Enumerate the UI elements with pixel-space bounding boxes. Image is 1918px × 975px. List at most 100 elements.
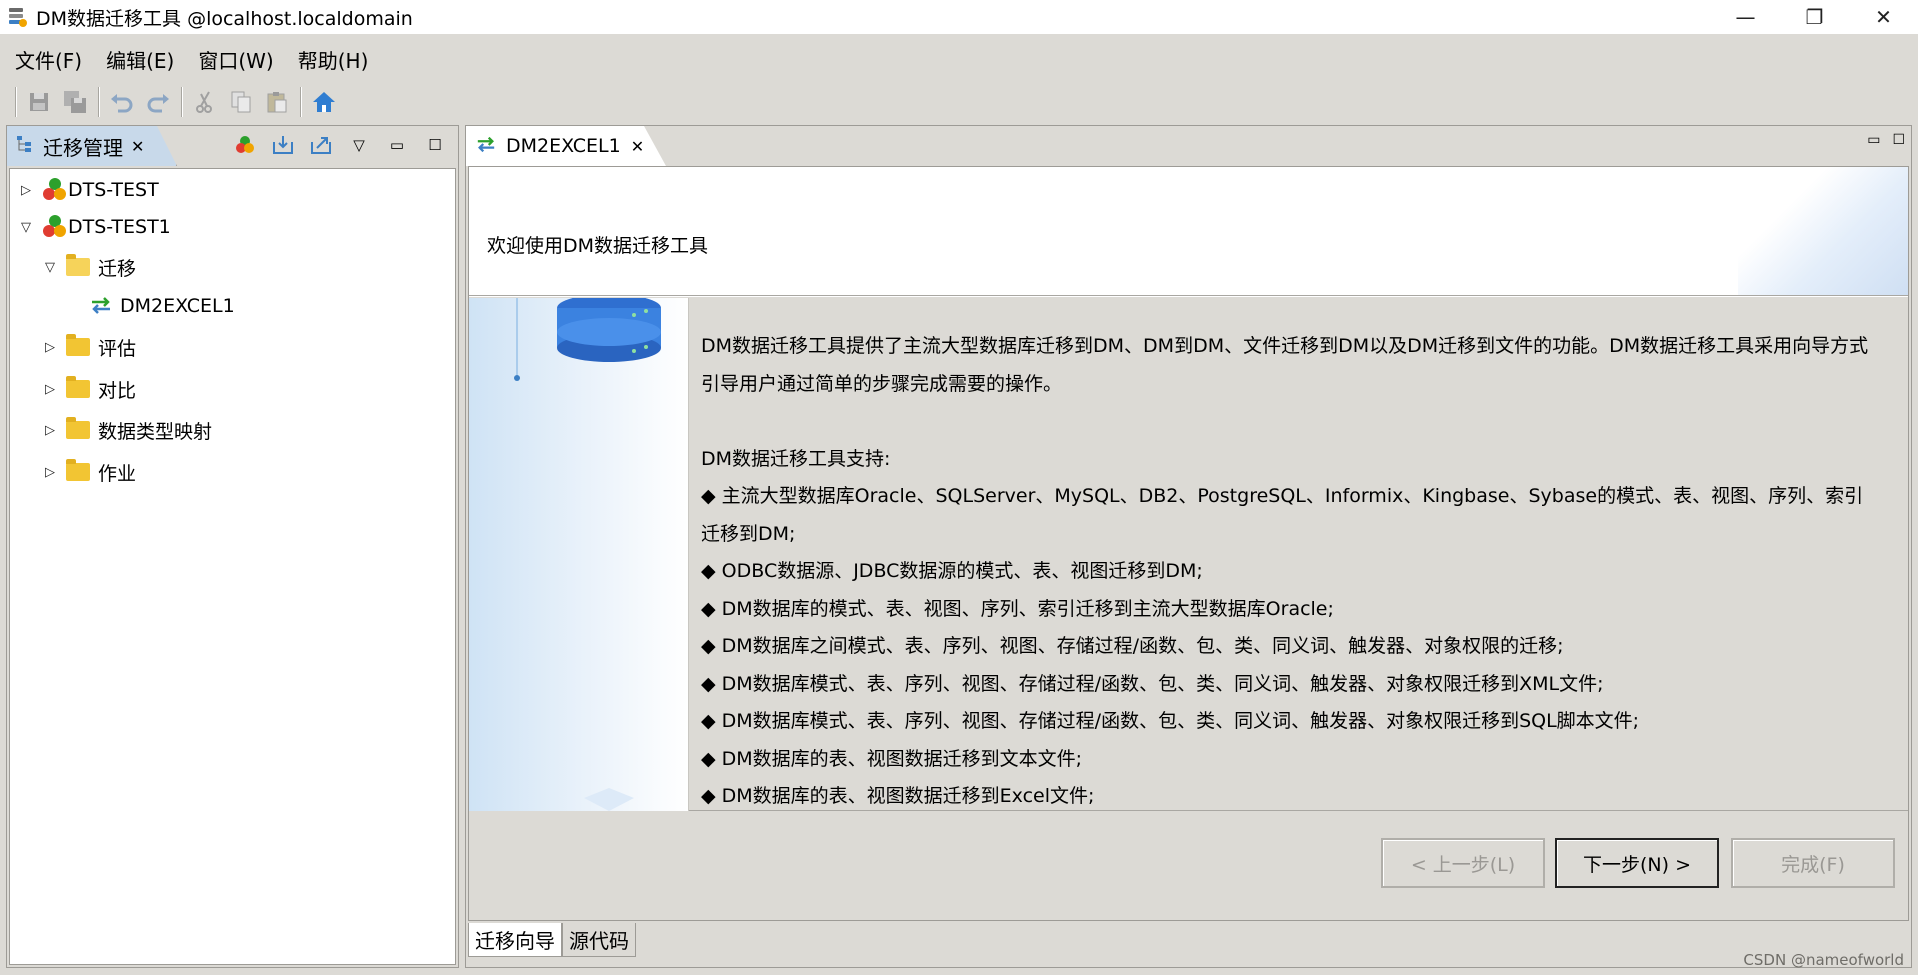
minimize-button[interactable]: — xyxy=(1711,0,1780,34)
tree-node-label: DTS-TEST xyxy=(68,179,159,201)
toolbar-separator xyxy=(181,87,182,117)
watermark: CSDN @nameofworld xyxy=(1743,951,1904,969)
maximize-view-icon[interactable]: ☐ xyxy=(1892,132,1905,148)
project-icon xyxy=(42,215,68,239)
menu-edit[interactable]: 编辑(E) xyxy=(97,45,183,74)
tree-node-datatype-mapping-folder[interactable]: ▷ 数据类型映射 xyxy=(40,413,212,447)
tree-node-label: 数据类型映射 xyxy=(98,420,213,443)
migration-management-panel: 迁移管理 ✕ ▽ ▭ ☐ ▷ DTS-TEST ▽ DTS-TEST1 ▽ 迁移… xyxy=(6,125,459,968)
close-icon[interactable]: ✕ xyxy=(631,137,644,156)
wizard-content: 欢迎使用DM数据迁移工具 DM数据迁移工具提供了主流大型数据库迁移到DM、DM到… xyxy=(468,166,1909,921)
tree-node-jobs-folder[interactable]: ▷ 作业 xyxy=(40,455,136,489)
expand-arrow-icon[interactable]: ▷ xyxy=(40,423,60,438)
expand-arrow-icon[interactable]: ▷ xyxy=(40,465,60,480)
close-button[interactable]: ✕ xyxy=(1849,0,1918,34)
import-icon[interactable] xyxy=(268,130,298,160)
minimize-view-icon[interactable]: ▭ xyxy=(382,130,412,160)
back-button[interactable]: < 上一步(L) xyxy=(1381,838,1545,888)
copy-icon[interactable] xyxy=(223,85,259,119)
editor-tab-bar: DM2EXCEL1 ✕ ▭ ☐ xyxy=(466,126,1911,166)
database-stack-icon xyxy=(6,6,28,28)
support-line: ◆ DM数据库模式、表、序列、视图、存储过程/函数、包、类、同义词、触发器、对象… xyxy=(701,710,1640,732)
redo-icon[interactable] xyxy=(140,85,176,119)
tree-node-compare-folder[interactable]: ▷ 对比 xyxy=(40,372,136,406)
migration-arrows-icon xyxy=(474,134,498,159)
tab-label: DM2EXCEL1 xyxy=(506,135,621,157)
tab-label: 迁移管理 xyxy=(43,135,123,160)
folder-icon xyxy=(66,376,92,401)
editor-panel: DM2EXCEL1 ✕ ▭ ☐ 欢迎使用DM数据迁移工具 DM数据迁移工具提供了… xyxy=(465,125,1912,968)
tree-node-assessment-folder[interactable]: ▷ 评估 xyxy=(40,330,136,364)
expand-arrow-icon[interactable]: ▷ xyxy=(40,340,60,355)
support-line: ◆ DM数据库之间模式、表、序列、视图、存储过程/函数、包、类、同义词、触发器、… xyxy=(701,635,1564,657)
view-menu-icon[interactable]: ▽ xyxy=(344,130,374,160)
collapse-arrow-icon[interactable]: ▽ xyxy=(16,220,36,235)
menu-help[interactable]: 帮助(H) xyxy=(289,45,378,74)
editor-bottom-tabs: 迁移向导 源代码 xyxy=(468,923,636,963)
new-project-icon[interactable] xyxy=(230,130,260,160)
support-line: ◆ DM数据库模式、表、序列、视图、存储过程/函数、包、类、同义词、触发器、对象… xyxy=(701,672,1604,695)
toolbar-separator xyxy=(15,87,16,117)
expand-arrow-icon[interactable]: ▷ xyxy=(40,382,60,397)
tree-node-label: DM2EXCEL1 xyxy=(120,295,235,317)
tab-source-code[interactable]: 源代码 xyxy=(562,923,636,957)
wizard-description: DM数据迁移工具提供了主流大型数据库迁移到DM、DM到DM、文件迁移到DM以及D… xyxy=(701,328,1901,816)
folder-icon xyxy=(66,334,92,359)
migration-tree: ▷ DTS-TEST ▽ DTS-TEST1 ▽ 迁移 DM2EXCEL1 ▷ … xyxy=(9,168,456,965)
wizard-title: 欢迎使用DM数据迁移工具 xyxy=(487,235,709,257)
tree-view-icon xyxy=(15,134,35,159)
expand-arrow-icon[interactable]: ▷ xyxy=(16,183,36,198)
migration-arrows-icon xyxy=(88,294,114,318)
cut-icon[interactable] xyxy=(187,85,223,119)
support-line: ◆ DM数据库的模式、表、视图、序列、索引迁移到主流大型数据库Oracle; xyxy=(701,597,1334,620)
tree-node-dm2excel1[interactable]: DM2EXCEL1 xyxy=(88,289,235,323)
project-icon xyxy=(42,178,68,202)
tab-migration-management[interactable]: 迁移管理 ✕ xyxy=(7,126,177,166)
paste-icon[interactable] xyxy=(259,85,295,119)
tree-node-label: 迁移 xyxy=(98,257,137,280)
support-heading: DM数据迁移工具支持: xyxy=(701,447,891,470)
panel-tab-bar: 迁移管理 ✕ ▽ ▭ ☐ xyxy=(7,126,458,166)
tree-node-migration-folder[interactable]: ▽ 迁移 xyxy=(40,250,136,284)
menu-window[interactable]: 窗口(W) xyxy=(189,45,282,74)
intro-line: 引导用户通过简单的步骤完成需要的操作。 xyxy=(701,372,1063,395)
tree-node-label: DTS-TEST1 xyxy=(68,216,171,238)
undo-icon[interactable] xyxy=(104,85,140,119)
folder-icon xyxy=(66,417,92,442)
finish-button[interactable]: 完成(F) xyxy=(1731,838,1895,888)
intro-line: DM数据迁移工具提供了主流大型数据库迁移到DM、DM到DM、文件迁移到DM以及D… xyxy=(701,335,1869,357)
title-bar: DM数据迁移工具 @localhost.localdomain — ❐ ✕ xyxy=(0,0,1918,34)
collapse-arrow-icon[interactable]: ▽ xyxy=(40,260,60,275)
menu-file[interactable]: 文件(F) xyxy=(6,45,91,74)
support-line: ◆ ODBC数据源、JDBC数据源的模式、表、视图迁移到DM; xyxy=(701,560,1203,582)
header-decoration xyxy=(1738,167,1908,295)
restore-button[interactable]: ❐ xyxy=(1780,0,1849,34)
save-all-icon[interactable] xyxy=(57,85,93,119)
tree-node-label: 评估 xyxy=(98,337,137,360)
database-illustration xyxy=(469,298,689,811)
menu-bar: 文件(F) 编辑(E) 窗口(W) 帮助(H) xyxy=(0,41,1918,77)
next-button[interactable]: 下一步(N) > xyxy=(1555,838,1719,888)
header-divider xyxy=(469,295,1908,297)
tree-node-dts-test1[interactable]: ▽ DTS-TEST1 xyxy=(16,210,171,244)
tab-dm2excel1[interactable]: DM2EXCEL1 ✕ xyxy=(466,126,666,166)
wizard-button-bar: < 上一步(L) 下一步(N) > 完成(F) xyxy=(469,812,1908,922)
support-line: ◆ DM数据库的表、视图数据迁移到Excel文件; xyxy=(701,785,1095,807)
support-line: 迁移到DM; xyxy=(701,522,796,545)
maximize-view-icon[interactable]: ☐ xyxy=(420,130,450,160)
tree-node-label: 作业 xyxy=(98,462,137,485)
minimize-view-icon[interactable]: ▭ xyxy=(1867,132,1880,148)
toolbar-separator xyxy=(98,87,99,117)
export-icon[interactable] xyxy=(306,130,336,160)
tree-node-dts-test[interactable]: ▷ DTS-TEST xyxy=(16,173,159,207)
tree-node-label: 对比 xyxy=(98,379,137,402)
folder-open-icon xyxy=(66,254,92,279)
home-icon[interactable] xyxy=(306,85,342,119)
folder-icon xyxy=(66,459,92,484)
close-icon[interactable]: ✕ xyxy=(131,137,144,156)
support-line: ◆ 主流大型数据库Oracle、SQLServer、MySQL、DB2、Post… xyxy=(701,485,1864,507)
wizard-header: 欢迎使用DM数据迁移工具 xyxy=(469,167,1908,295)
save-icon[interactable] xyxy=(21,85,57,119)
main-toolbar xyxy=(0,82,1918,122)
tab-migration-wizard[interactable]: 迁移向导 xyxy=(468,923,562,957)
